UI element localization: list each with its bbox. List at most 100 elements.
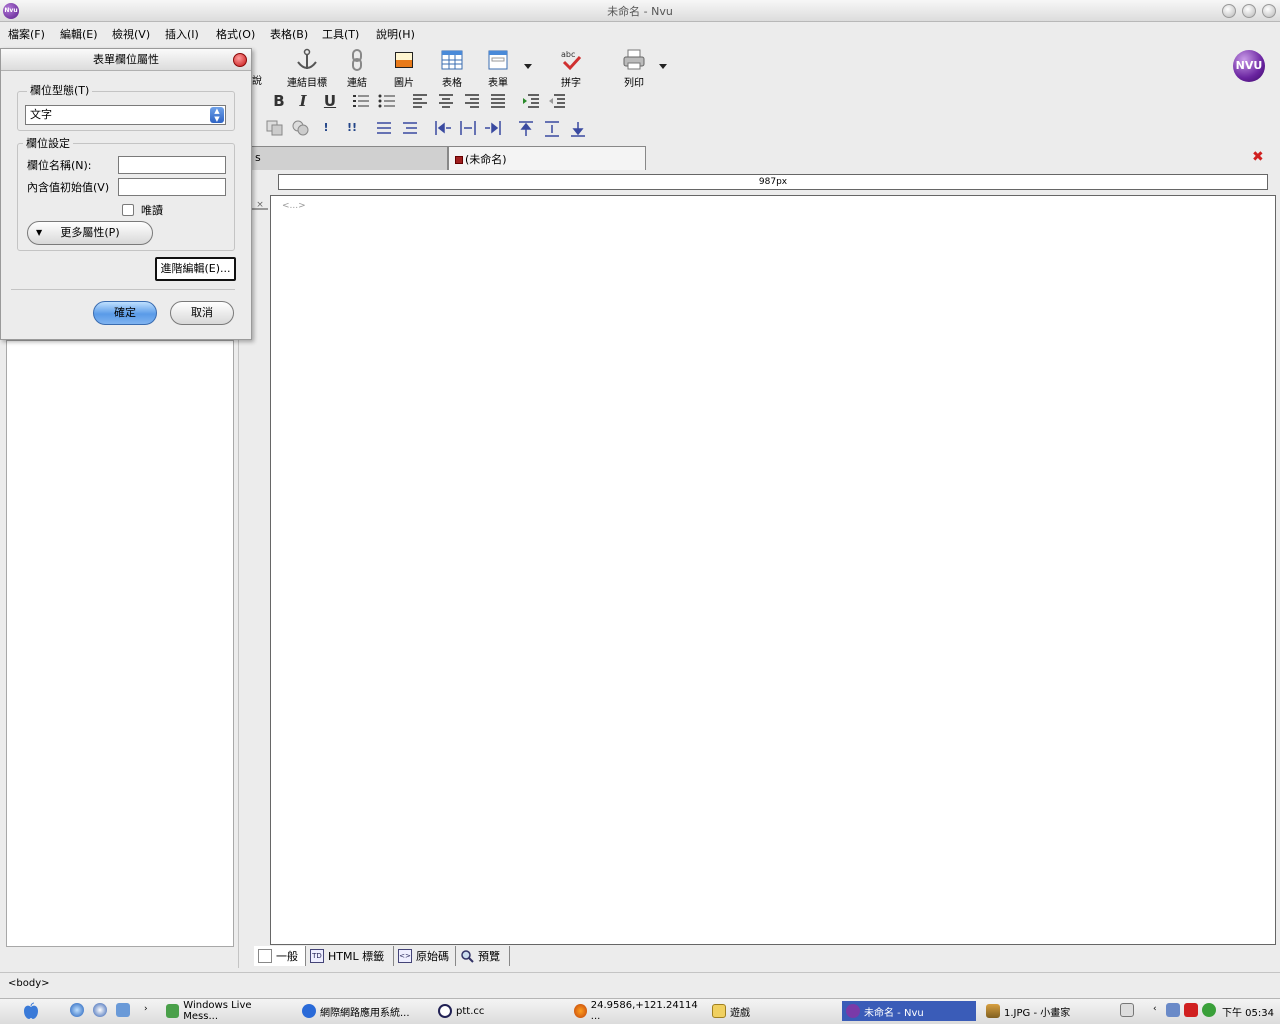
link-button[interactable]: 連結: [333, 46, 381, 89]
cell-align-right-icon[interactable]: [484, 120, 502, 136]
align-center-icon[interactable]: [438, 93, 454, 109]
task-nvu[interactable]: 未命名 - Nvu: [842, 1001, 976, 1021]
tab-normal-label: 一般: [276, 950, 298, 963]
layer-position-icon[interactable]: [292, 120, 310, 136]
media-player-icon[interactable]: [93, 1003, 107, 1017]
task-ptt[interactable]: ptt.cc: [434, 1001, 564, 1021]
task-paint[interactable]: 1.JPG - 小畫家: [982, 1001, 1112, 1021]
tab-preview[interactable]: 預覽: [456, 946, 510, 966]
expand-triangle-icon: ▼: [36, 228, 43, 237]
underline-button[interactable]: U: [319, 91, 341, 111]
tab-html-tags-label: HTML 標籤: [328, 950, 385, 963]
tab-normal-view[interactable]: 一般: [254, 946, 306, 966]
tab-source[interactable]: <> 原始碼: [394, 946, 456, 966]
outdent-icon[interactable]: [548, 93, 566, 109]
quicklaunch-expand-icon[interactable]: ›: [144, 1004, 148, 1014]
menu-view[interactable]: 檢視(V): [112, 26, 150, 42]
cancel-button[interactable]: 取消: [170, 301, 234, 325]
dialog-close-icon[interactable]: [233, 53, 247, 67]
form-dropdown-chevron-down-icon[interactable]: [524, 64, 532, 69]
menu-insert[interactable]: 插入(I): [165, 26, 199, 42]
clock[interactable]: 下午 05:34: [1222, 1004, 1274, 1019]
tab-untitled[interactable]: (未命名): [448, 146, 646, 170]
align-left-icon[interactable]: [412, 93, 428, 109]
spellcheck-label: 拼字: [561, 78, 581, 89]
initial-value-label: 內含值初始值(V): [27, 181, 110, 194]
tab-source-label: 原始碼: [416, 950, 449, 963]
table-button[interactable]: 表格: [428, 46, 476, 89]
table-delete-row-icon[interactable]: [402, 120, 418, 136]
task-firefox[interactable]: 24.9586,+121.24114 ...: [570, 1000, 704, 1022]
task-firefox-label: 24.9586,+121.24114 ...: [590, 1000, 698, 1022]
form-field-properties-dialog: 表單欄位屬性 欄位型態(T) 文字 ▲ ▼ 欄位設定 欄位名稱(N): 內含值初始…: [0, 48, 252, 340]
antivirus-icon[interactable]: [1184, 1003, 1198, 1017]
cell-valign-bottom-icon[interactable]: [570, 120, 586, 138]
window-close-button[interactable]: [1262, 4, 1276, 18]
site-manager-panel[interactable]: [6, 340, 234, 947]
align-right-icon[interactable]: [464, 93, 480, 109]
tab-other-document[interactable]: s: [248, 146, 448, 170]
cell-align-left-icon[interactable]: [434, 120, 452, 136]
anchor-button[interactable]: 連結目標: [283, 46, 331, 89]
tab-html-tags[interactable]: TD HTML 標籤: [306, 946, 394, 966]
bulleted-list-icon[interactable]: [378, 93, 396, 109]
advanced-edit-button[interactable]: 進階編輯(E)...: [155, 257, 236, 281]
network-icon[interactable]: [1166, 1003, 1180, 1017]
field-name-input[interactable]: [118, 156, 226, 174]
menu-edit[interactable]: 編輯(E): [60, 26, 98, 42]
numbered-list-icon[interactable]: [352, 93, 370, 109]
emphasis-button[interactable]: !: [315, 118, 337, 138]
desktop-icon[interactable]: [116, 1003, 130, 1017]
link-label: 連結: [347, 78, 367, 89]
image-label: 圖片: [394, 78, 414, 89]
initial-value-input[interactable]: [118, 178, 226, 196]
close-tab-icon[interactable]: ✖: [1252, 150, 1266, 164]
task-ie-label: 網際網路應用系統...: [320, 1007, 410, 1019]
status-tag-path[interactable]: <body>: [8, 978, 50, 989]
spellcheck-button[interactable]: abc 拼字: [547, 46, 595, 89]
more-properties-button[interactable]: ▼ 更多屬性(P): [27, 221, 153, 245]
source-icon: <>: [398, 949, 412, 963]
cell-valign-top-icon[interactable]: [518, 120, 534, 138]
print-dropdown-chevron-down-icon[interactable]: [659, 64, 667, 69]
align-justify-icon[interactable]: [490, 93, 506, 109]
table-insert-row-icon[interactable]: [376, 120, 392, 136]
ime-icon[interactable]: [1120, 1003, 1134, 1017]
menu-tools[interactable]: 工具(T): [322, 26, 359, 42]
bold-button[interactable]: B: [268, 91, 290, 111]
task-ie[interactable]: 網際網路應用系統...: [298, 1001, 428, 1021]
tab-other-label: s: [255, 151, 261, 164]
italic-button[interactable]: I: [292, 91, 314, 111]
maximize-button[interactable]: [1242, 4, 1256, 18]
editor-canvas[interactable]: [270, 195, 1276, 945]
task-paint-label: 1.JPG - 小畫家: [1004, 1007, 1071, 1019]
cell-valign-middle-icon[interactable]: [544, 120, 560, 138]
ie-quicklaunch-icon[interactable]: [70, 1003, 84, 1017]
layer-icon[interactable]: [266, 120, 284, 136]
cell-align-center-icon[interactable]: [459, 120, 477, 136]
menu-table[interactable]: 表格(B): [270, 26, 308, 42]
messenger-icon: [166, 1004, 180, 1018]
width-ruler: 987px: [278, 174, 1268, 190]
indent-icon[interactable]: [522, 93, 540, 109]
close-x-icon[interactable]: ×: [252, 200, 268, 210]
strong-emphasis-button[interactable]: !!: [341, 118, 363, 138]
form-button[interactable]: 表單: [474, 46, 522, 89]
messenger-tray-icon[interactable]: [1202, 1003, 1216, 1017]
task-games-folder[interactable]: 遊戲: [708, 1001, 834, 1021]
minimize-button[interactable]: [1222, 4, 1236, 18]
menu-format[interactable]: 格式(O): [216, 26, 255, 42]
menu-file[interactable]: 檔案(F): [8, 26, 45, 42]
td-icon: TD: [310, 949, 324, 963]
readonly-checkbox[interactable]: [122, 204, 134, 216]
field-type-select[interactable]: 文字 ▲ ▼: [25, 105, 226, 125]
tray-expand-icon[interactable]: ‹: [1153, 1004, 1157, 1014]
apple-start-icon[interactable]: [22, 1002, 40, 1020]
ok-button[interactable]: 確定: [93, 301, 157, 325]
print-button[interactable]: 列印: [610, 46, 658, 89]
image-button[interactable]: 圖片: [380, 46, 428, 89]
field-settings-legend: 欄位設定: [23, 135, 73, 151]
readonly-label: 唯讀: [141, 204, 163, 217]
menu-help[interactable]: 說明(H): [376, 26, 415, 42]
task-messenger[interactable]: Windows Live Mess...: [162, 1000, 288, 1022]
